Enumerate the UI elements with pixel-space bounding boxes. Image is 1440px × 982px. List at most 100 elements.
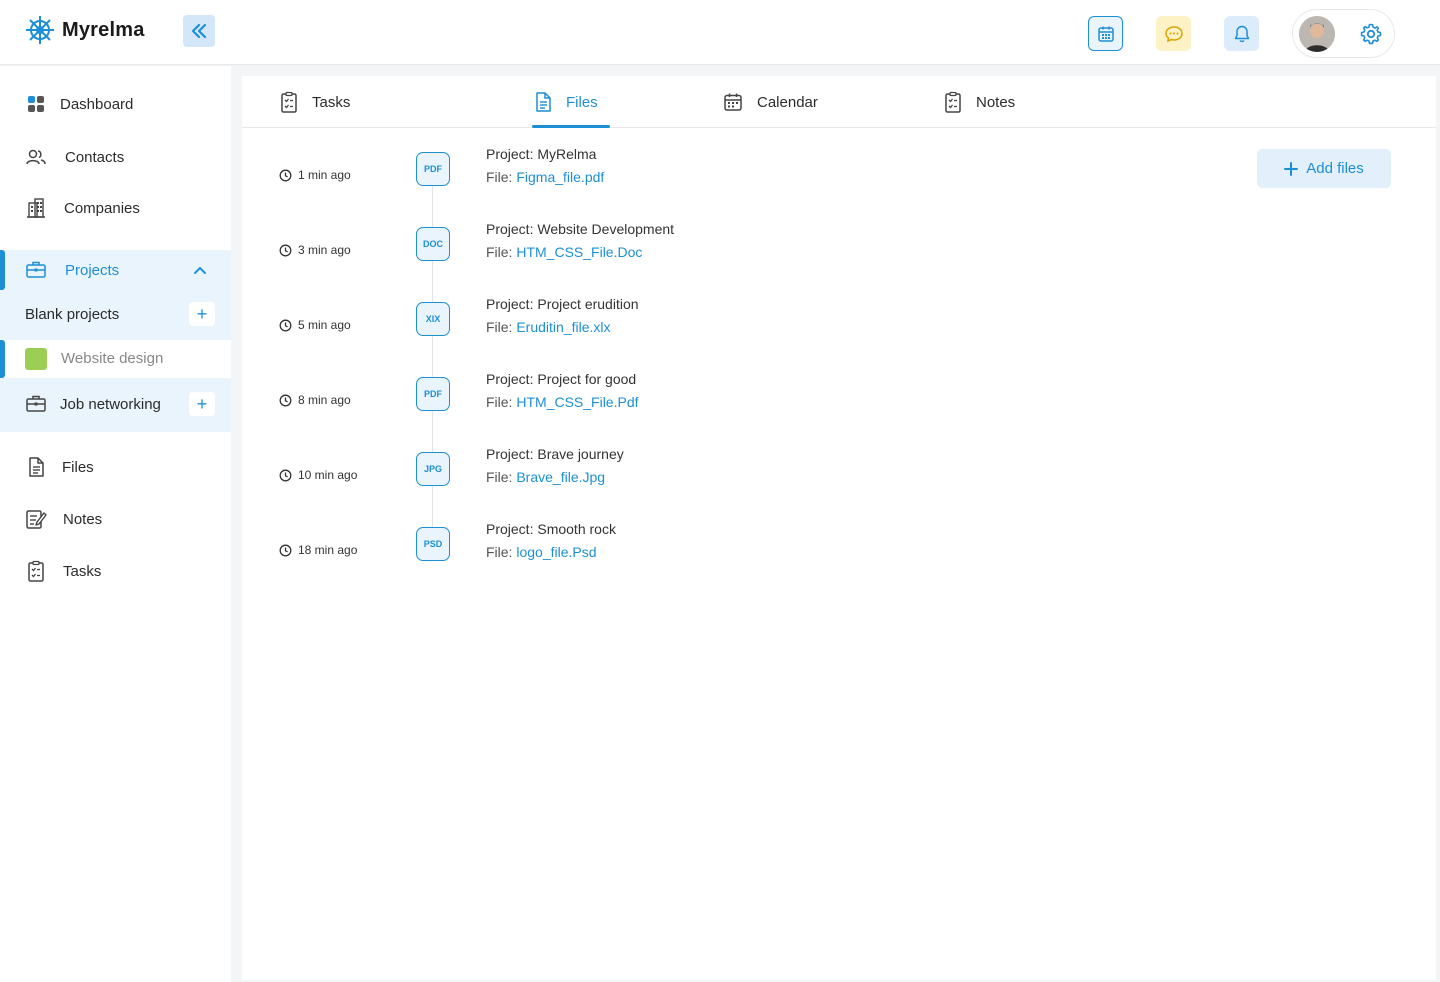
briefcase-icon — [25, 393, 47, 415]
file-list-item: 5 min ago XIX Project: Project erudition… — [242, 296, 1436, 362]
file-line: File: Figma_file.pdf — [486, 169, 604, 185]
sidebar-item-label: Contacts — [65, 148, 125, 166]
file-link[interactable]: HTM_CSS_File.Doc — [516, 244, 642, 260]
clock-icon — [279, 319, 292, 331]
tab-label: Tasks — [312, 93, 351, 111]
sidebar-item-tasks[interactable]: Tasks — [0, 551, 231, 591]
tab-label: Notes — [976, 93, 1016, 111]
timestamp-text: 1 min ago — [298, 168, 351, 182]
header-notifications-button[interactable] — [1224, 16, 1259, 51]
sidebar-item-label: Website design — [61, 350, 164, 367]
sidebar-item-label: Tasks — [63, 562, 102, 580]
sidebar-item-job-networking[interactable]: Job networking + — [0, 384, 231, 424]
file-line: File: logo_file.Psd — [486, 544, 597, 560]
file-prefix: File: — [486, 244, 513, 260]
timestamp: 18 min ago — [279, 543, 357, 557]
sidebar-item-label: Files — [62, 458, 94, 476]
active-indicator — [0, 340, 5, 378]
clock-icon — [279, 469, 292, 481]
tasks-icon — [281, 91, 297, 113]
file-link[interactable]: logo_file.Psd — [516, 544, 596, 560]
header-messages-button[interactable] — [1156, 16, 1191, 51]
file-type-badge: JPG — [416, 452, 450, 486]
sidebar-item-dashboard[interactable]: Dashboard — [0, 84, 231, 124]
notes-icon — [945, 91, 961, 113]
file-list-item: 18 min ago PSD Project: Smooth rock File… — [242, 521, 1436, 587]
clock-icon — [279, 244, 292, 256]
file-type-badge: PDF — [416, 377, 450, 411]
timestamp: 3 min ago — [279, 243, 351, 257]
projects-section: Projects Blank projects + Website design… — [0, 250, 231, 432]
collapse-sidebar-button[interactable] — [183, 15, 215, 47]
chat-bubble-icon — [1164, 25, 1183, 42]
project-name: Project: Project erudition — [486, 296, 639, 312]
project-name: Project: Smooth rock — [486, 521, 616, 537]
double-chevron-left-icon — [191, 23, 207, 39]
top-header: Myrelma — [0, 0, 1440, 65]
file-line: File: HTM_CSS_File.Doc — [486, 244, 642, 260]
file-icon — [536, 92, 551, 112]
file-link[interactable]: HTM_CSS_File.Pdf — [516, 394, 638, 410]
sidebar-item-label: Dashboard — [60, 95, 134, 113]
gear-icon — [1360, 23, 1382, 45]
active-tab-underline — [532, 125, 610, 128]
sidebar-item-label: Projects — [65, 261, 120, 279]
sidebar-item-companies[interactable]: Companies — [0, 188, 231, 228]
file-link[interactable]: Brave_file.Jpg — [516, 469, 605, 485]
sidebar-item-label: Companies — [64, 199, 140, 217]
ship-wheel-icon — [26, 16, 54, 44]
clock-icon — [279, 544, 292, 556]
sidebar-item-website-design[interactable]: Website design — [0, 340, 231, 378]
file-line: File: Brave_file.Jpg — [486, 469, 605, 485]
tab-notes[interactable]: Notes — [944, 76, 1015, 128]
file-list-item: 3 min ago DOC Project: Website Developme… — [242, 221, 1436, 287]
tasks-icon — [25, 560, 47, 582]
sidebar-item-projects[interactable]: Projects — [0, 250, 231, 290]
timestamp-text: 18 min ago — [298, 543, 358, 557]
tab-calendar[interactable]: Calendar — [723, 76, 818, 128]
file-list-item: 1 min ago PDF Project: MyRelma File: Fig… — [242, 146, 1436, 212]
briefcase-icon — [25, 259, 47, 281]
file-prefix: File: — [486, 169, 513, 185]
calendar-icon — [724, 93, 742, 111]
tab-label: Calendar — [757, 93, 818, 111]
file-type-badge: DOC — [416, 227, 450, 261]
calendar-icon — [1097, 26, 1114, 42]
timestamp-text: 8 min ago — [298, 393, 351, 407]
file-link[interactable]: Figma_file.pdf — [516, 169, 604, 185]
add-blank-project-button[interactable]: + — [189, 302, 215, 326]
user-photo-icon — [1299, 16, 1335, 52]
plus-icon: + — [196, 303, 208, 324]
file-line: File: HTM_CSS_File.Pdf — [486, 394, 639, 410]
app-logo[interactable]: Myrelma — [24, 14, 145, 46]
settings-button[interactable] — [1359, 22, 1383, 46]
file-type-badge: XIX — [416, 302, 450, 336]
file-link[interactable]: Eruditin_file.xlx — [516, 319, 610, 335]
file-type-badge: PSD — [416, 527, 450, 561]
file-prefix: File: — [486, 394, 513, 410]
sidebar-item-notes[interactable]: Notes — [0, 499, 231, 539]
chevron-up-icon[interactable] — [192, 262, 208, 283]
add-job-networking-button[interactable]: + — [189, 392, 215, 416]
file-list-item: 10 min ago JPG Project: Brave journey Fi… — [242, 446, 1436, 512]
clock-icon — [279, 394, 292, 406]
dashboard-icon — [25, 93, 47, 115]
project-name: Project: Project for good — [486, 371, 637, 387]
sidebar-item-contacts[interactable]: Contacts — [0, 137, 231, 177]
sidebar-item-label: Notes — [63, 510, 103, 528]
project-name: Project: Website Development — [486, 221, 675, 237]
sidebar-item-blank-projects[interactable]: Blank projects + — [0, 294, 231, 334]
file-prefix: File: — [486, 319, 513, 335]
header-calendar-button[interactable] — [1088, 16, 1123, 51]
timestamp: 10 min ago — [279, 468, 357, 482]
project-name: Project: MyRelma — [486, 146, 597, 162]
file-type-badge: PDF — [416, 152, 450, 186]
sidebar-item-files[interactable]: Files — [0, 447, 231, 487]
project-color-swatch — [25, 348, 47, 370]
tab-files[interactable]: Files — [534, 76, 598, 128]
file-icon — [25, 456, 47, 478]
avatar[interactable] — [1299, 16, 1335, 52]
tab-tasks[interactable]: Tasks — [280, 76, 350, 128]
timestamp: 8 min ago — [279, 393, 351, 407]
timestamp: 1 min ago — [279, 168, 351, 182]
